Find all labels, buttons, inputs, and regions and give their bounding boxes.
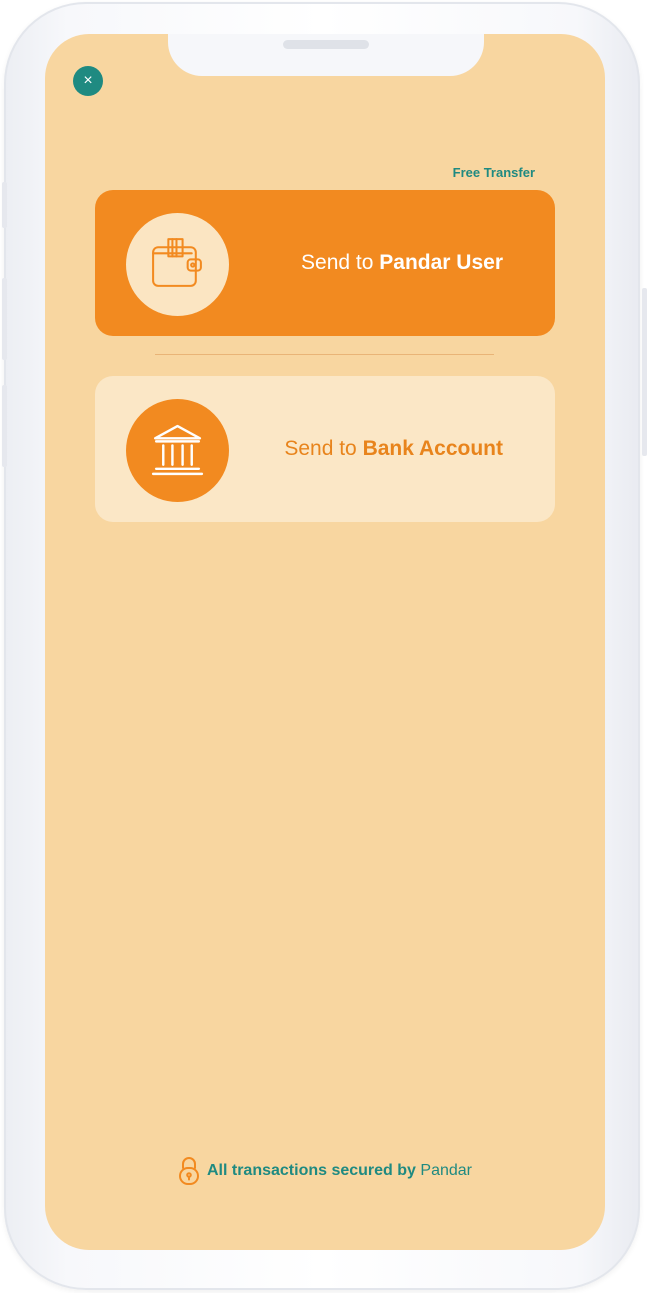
close-button[interactable]: × bbox=[73, 66, 103, 96]
phone-side-button bbox=[2, 182, 7, 228]
security-footer: All transactions secured by Pandar bbox=[45, 1156, 605, 1186]
wallet-icon bbox=[152, 238, 202, 287]
bank-icon bbox=[151, 424, 204, 476]
bank-icon-circle bbox=[126, 399, 229, 502]
options-divider bbox=[155, 354, 494, 355]
phone-speaker bbox=[283, 40, 369, 49]
pandar-brand-label: Pandar bbox=[420, 1162, 472, 1179]
send-to-bank-account-label: Send to Bank Account bbox=[284, 437, 503, 460]
close-icon: × bbox=[83, 72, 93, 89]
security-footer-text: All transactions secured by bbox=[206, 1162, 416, 1179]
send-to-bank-account-button[interactable]: Send to Bank Account bbox=[95, 376, 555, 522]
free-transfer-label: Free Transfer bbox=[452, 165, 535, 180]
lock-icon bbox=[178, 1157, 199, 1185]
send-to-pandar-user-button[interactable]: Send to Pandar User bbox=[95, 190, 555, 336]
phone-power-button bbox=[642, 288, 647, 456]
phone-volume-down-button bbox=[2, 385, 7, 467]
wallet-icon-circle bbox=[126, 213, 229, 316]
app-screen: × Free Transfer Send to Pandar User Send… bbox=[45, 34, 605, 1250]
send-to-pandar-user-label: Send to Pandar User bbox=[301, 251, 503, 274]
phone-volume-up-button bbox=[2, 278, 7, 360]
phone-notch bbox=[168, 34, 484, 76]
